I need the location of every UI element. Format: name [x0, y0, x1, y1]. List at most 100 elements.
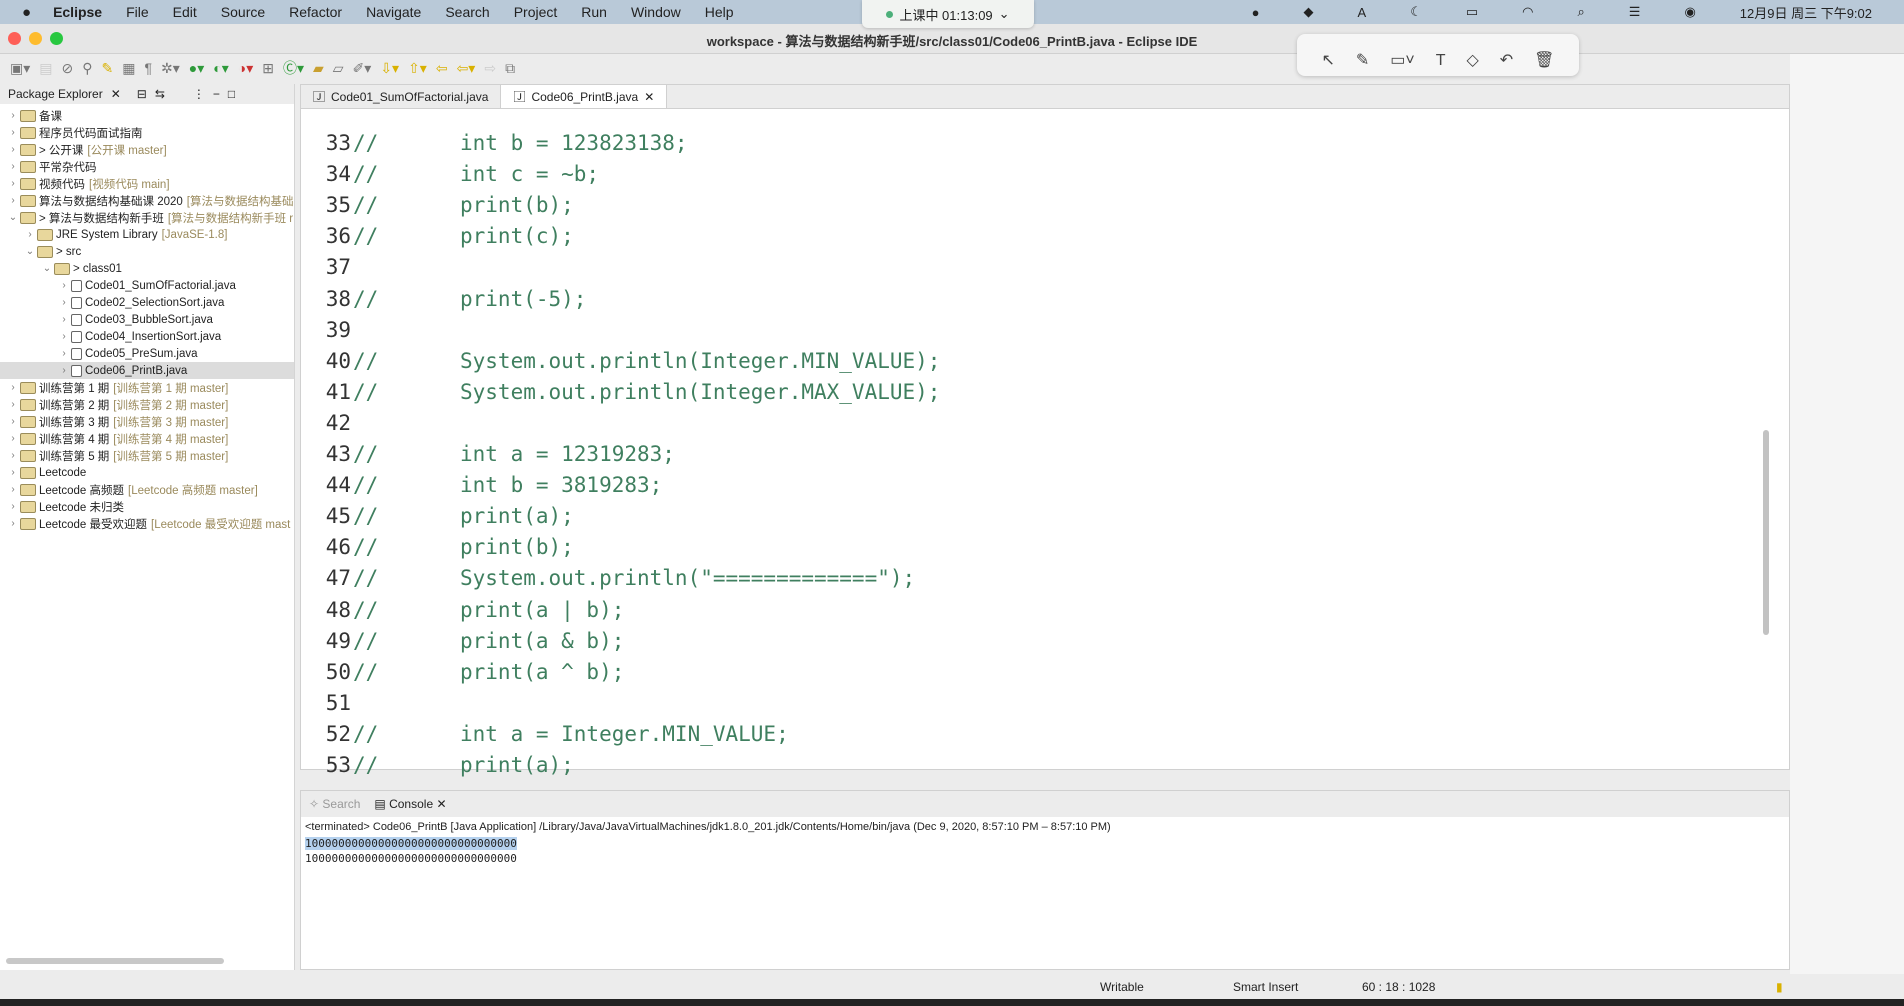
previous-annotation-icon[interactable]: ⇧▾	[408, 60, 427, 77]
tree-item[interactable]: › 训练营第 4 期 [训练营第 4 期 master]	[0, 430, 294, 447]
tree-item[interactable]: › 平常杂代码	[0, 158, 294, 175]
tree-item[interactable]: › 训练营第 3 期 [训练营第 3 期 master]	[0, 413, 294, 430]
chevron-right-icon[interactable]: ›	[6, 484, 20, 495]
tree-item[interactable]: › Leetcode 高频题 [Leetcode 高频题 master]	[0, 481, 294, 498]
package-explorer-title[interactable]: Package Explorer	[8, 87, 103, 101]
tree-item[interactable]: ⌄ > class01	[0, 260, 294, 277]
search-tool-icon[interactable]: ✐▾	[353, 60, 372, 77]
search-icon[interactable]: ⌕	[1578, 4, 1585, 20]
chevron-right-icon[interactable]: ›	[6, 450, 20, 461]
tree-item[interactable]: › 训练营第 5 期 [训练营第 5 期 master]	[0, 447, 294, 464]
eraser-icon[interactable]: ◇	[1466, 50, 1478, 70]
chevron-down-icon[interactable]: ⌄	[6, 212, 20, 223]
tab-console[interactable]: ▤ Console ✕	[374, 797, 446, 811]
mark-occurrences-icon[interactable]: ✎	[102, 60, 114, 77]
tree-item[interactable]: › Leetcode 未归类	[0, 498, 294, 515]
chevron-right-icon[interactable]: ›	[6, 195, 20, 206]
menu-edit[interactable]: Edit	[173, 4, 197, 20]
chevron-right-icon[interactable]: ›	[6, 178, 20, 189]
menu-help[interactable]: Help	[705, 4, 734, 20]
siri-icon[interactable]: ◉	[1684, 4, 1695, 20]
chevron-right-icon[interactable]: ›	[57, 331, 71, 342]
close-icon[interactable]: ✕	[436, 797, 446, 811]
external-tools-icon[interactable]: ◑▾	[238, 60, 253, 77]
minimize-icon[interactable]: −	[213, 87, 220, 101]
menu-window[interactable]: Window	[631, 4, 681, 20]
tree-item[interactable]: › > 公开课 [公开课 master]	[0, 141, 294, 158]
chevron-right-icon[interactable]: ›	[6, 433, 20, 444]
open-task-icon[interactable]: ▱	[333, 60, 344, 77]
open-perspective-icon[interactable]: ⧉	[505, 60, 515, 77]
clock[interactable]: 12月9日 周三 下午9:02	[1740, 3, 1872, 22]
select-arrow-icon[interactable]: ↖	[1321, 50, 1334, 70]
forward-icon[interactable]: ⇨	[484, 60, 496, 77]
tree-item[interactable]: › 训练营第 1 期 [训练营第 1 期 master]	[0, 379, 294, 396]
tree-item[interactable]: › Code04_InsertionSort.java	[0, 328, 294, 345]
chevron-right-icon[interactable]: ›	[6, 144, 20, 155]
debug-icon[interactable]: ✲▾	[161, 60, 180, 77]
maximize-icon[interactable]: □	[228, 87, 235, 101]
pen-icon[interactable]: ✎	[1356, 50, 1369, 70]
chevron-right-icon[interactable]: ›	[57, 297, 71, 308]
new-icon[interactable]: ▣▾	[10, 60, 30, 77]
tree-item[interactable]: › Code02_SelectionSort.java	[0, 294, 294, 311]
tree-item[interactable]: › Code05_PreSum.java	[0, 345, 294, 362]
menu-source[interactable]: Source	[221, 4, 265, 20]
chevron-right-icon[interactable]: ›	[57, 348, 71, 359]
close-icon[interactable]: ✕	[644, 90, 654, 104]
menu-navigate[interactable]: Navigate	[366, 4, 421, 20]
back-icon[interactable]: ⇦▾	[457, 60, 476, 77]
menu-run[interactable]: Run	[581, 4, 607, 20]
control-center-icon[interactable]: ☰	[1629, 4, 1641, 20]
tree-item[interactable]: › 训练营第 2 期 [训练营第 2 期 master]	[0, 396, 294, 413]
chevron-down-icon[interactable]: ⌄	[40, 263, 54, 274]
chevron-right-icon[interactable]: ›	[6, 161, 20, 172]
chevron-right-icon[interactable]: ›	[6, 399, 20, 410]
editor-tab[interactable]: 🄹 Code06_PrintB.java ✕	[501, 85, 668, 108]
horizontal-scrollbar[interactable]	[6, 958, 224, 964]
tree-item[interactable]: › 算法与数据结构基础课 2020 [算法与数据结构基础	[0, 192, 294, 209]
menu-search[interactable]: Search	[445, 4, 489, 20]
show-whitespace-icon[interactable]: ¶	[144, 60, 152, 76]
tree-item[interactable]: › Code01_SumOfFactorial.java	[0, 277, 294, 294]
tree-item[interactable]: › 备课	[0, 107, 294, 124]
tab-search[interactable]: ✧ Search	[309, 797, 360, 811]
chevron-right-icon[interactable]: ›	[6, 518, 20, 529]
chevron-right-icon[interactable]: ›	[23, 229, 37, 240]
chevron-right-icon[interactable]: ›	[6, 501, 20, 512]
new-class-icon[interactable]: Ⓒ▾	[283, 58, 304, 78]
last-edit-icon[interactable]: ⇦	[436, 60, 448, 77]
chevron-right-icon[interactable]: ›	[6, 382, 20, 393]
apple-menu-icon[interactable]: ●	[22, 4, 31, 21]
tree-item[interactable]: ⌄ > 算法与数据结构新手班 [算法与数据结构新手班 r	[0, 209, 294, 226]
input-method-icon[interactable]: A	[1358, 5, 1367, 20]
chevron-right-icon[interactable]: ›	[57, 365, 71, 376]
trash-icon[interactable]: 🗑	[1534, 50, 1554, 70]
rectangle-icon[interactable]: ▭˅	[1390, 50, 1414, 70]
class-timer[interactable]: 上课中 01:13:09 ⌄	[862, 0, 1034, 28]
chevron-right-icon[interactable]: ›	[6, 416, 20, 427]
new-java-package-icon[interactable]: ⊞	[262, 60, 274, 77]
chevron-down-icon[interactable]: ⌄	[23, 246, 37, 257]
evernote-icon[interactable]: ◆	[1304, 4, 1314, 20]
collapse-all-icon[interactable]: ⊟	[137, 87, 147, 101]
menu-project[interactable]: Project	[514, 4, 558, 20]
block-selection-icon[interactable]: ▦	[122, 60, 135, 77]
close-view-icon[interactable]: ✕	[111, 87, 121, 101]
link-with-editor-icon[interactable]: ⇆	[155, 87, 165, 101]
save-icon[interactable]: ▤	[39, 60, 52, 77]
chevron-right-icon[interactable]: ›	[57, 280, 71, 291]
tree-item[interactable]: › Code03_BubbleSort.java	[0, 311, 294, 328]
battery-icon[interactable]: ▭	[1466, 4, 1478, 20]
view-menu-icon[interactable]: ⋮	[193, 87, 205, 101]
chevron-right-icon[interactable]: ›	[6, 127, 20, 138]
tree-item[interactable]: › JRE System Library [JavaSE-1.8]	[0, 226, 294, 243]
wifi-icon[interactable]: ◠	[1522, 4, 1533, 20]
tree-item[interactable]: › 程序员代码面试指南	[0, 124, 294, 141]
text-icon[interactable]: T	[1436, 52, 1446, 70]
tree-item[interactable]: ⌄ > src	[0, 243, 294, 260]
app-status-icon[interactable]: ●	[1252, 5, 1260, 20]
tip-lightbulb-icon[interactable]: ▮	[1776, 980, 1783, 994]
chevron-right-icon[interactable]: ›	[6, 110, 20, 121]
menu-file[interactable]: File	[126, 4, 149, 20]
